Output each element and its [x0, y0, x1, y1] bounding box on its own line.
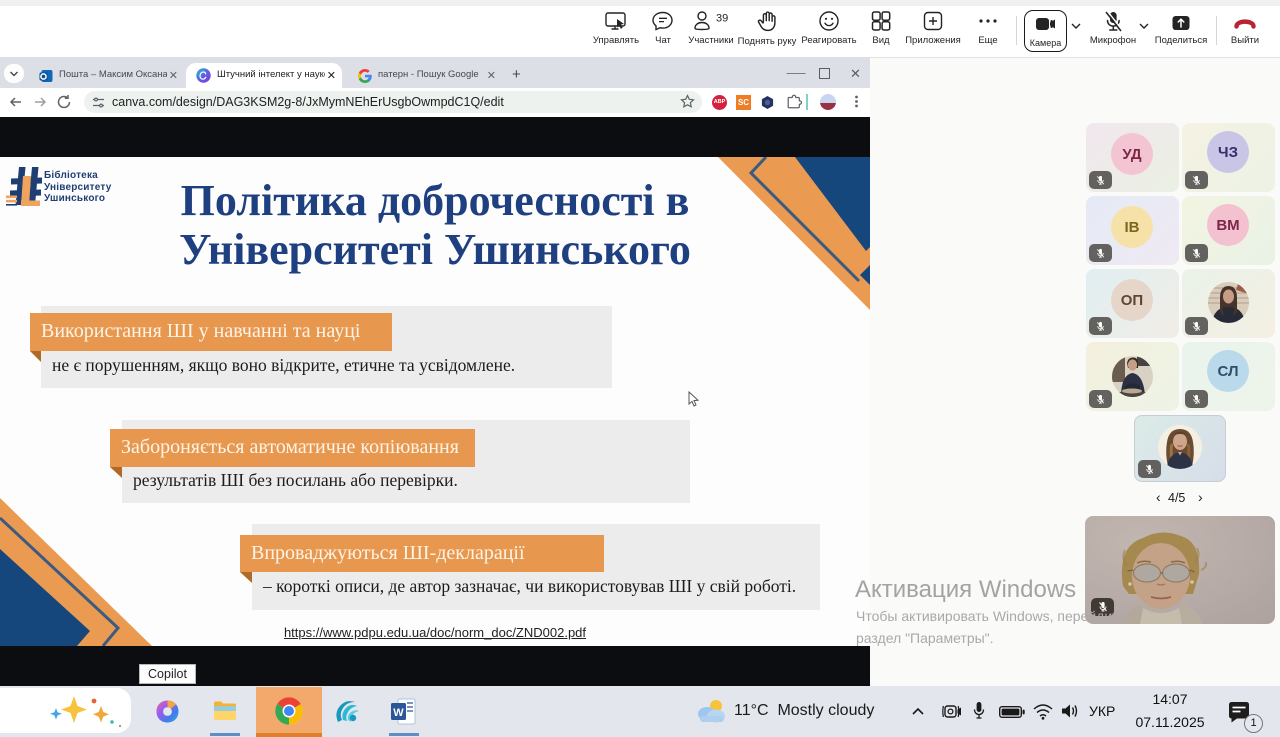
svg-text:39: 39 [716, 13, 728, 25]
svg-text:W: W [393, 707, 404, 719]
